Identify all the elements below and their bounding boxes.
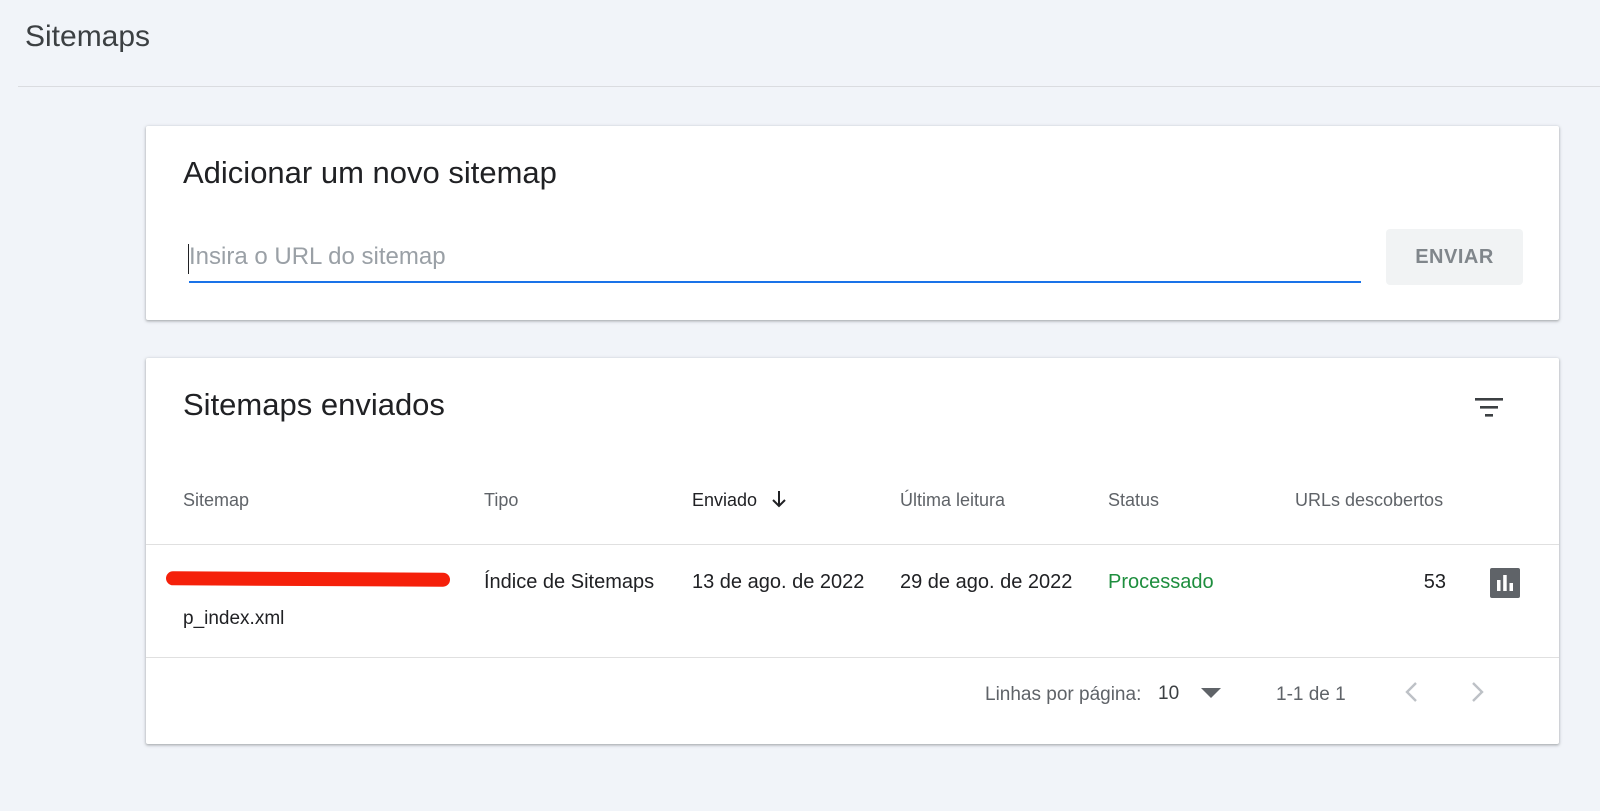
rows-per-page-select[interactable]: 10 [1158, 679, 1222, 709]
submitted-sitemaps-card: Sitemaps enviados Sitemap Tipo Enviado Ú… [146, 358, 1559, 744]
arrow-drop-down-icon [1201, 685, 1222, 703]
text-cursor [188, 244, 189, 274]
column-header-submitted[interactable]: Enviado [692, 490, 787, 513]
arrow-down-icon [771, 490, 787, 513]
table-header-divider [146, 544, 1559, 545]
column-header-submitted-label: Enviado [692, 490, 758, 510]
header-divider [18, 86, 1600, 87]
column-header-last-read[interactable]: Última leitura [900, 490, 1005, 511]
column-header-type[interactable]: Tipo [484, 490, 518, 511]
status-text: Processado [1108, 571, 1214, 593]
add-sitemap-heading: Adicionar um novo sitemap [183, 155, 557, 190]
column-header-urls[interactable]: URLs descobertos [1295, 490, 1443, 511]
chevron-left-icon[interactable] [1393, 674, 1429, 710]
table-footer-divider [146, 657, 1559, 658]
chevron-right-icon[interactable] [1460, 674, 1496, 710]
sitemap-path[interactable]: p_index.xml [183, 608, 284, 630]
page-header: Sitemaps [0, 0, 1600, 88]
filter-list-icon[interactable] [1466, 384, 1512, 430]
rows-per-page-value: 10 [1158, 683, 1180, 704]
column-header-sitemap[interactable]: Sitemap [183, 490, 249, 511]
pagination-range: 1-1 de 1 [1276, 684, 1346, 705]
column-header-status[interactable]: Status [1108, 490, 1159, 511]
sitemap-url-input[interactable] [189, 233, 1361, 283]
redaction-mark [165, 571, 451, 587]
rows-per-page-label: Linhas por página: [985, 684, 1142, 705]
submitted-date: 13 de ago. de 2022 [692, 571, 865, 593]
add-sitemap-card: Adicionar um novo sitemap ENVIAR [146, 126, 1559, 320]
last-read-date: 29 de ago. de 2022 [900, 571, 1073, 593]
sitemap-type: Índice de Sitemaps [484, 571, 655, 593]
submitted-sitemaps-heading: Sitemaps enviados [183, 387, 445, 422]
submit-sitemap-button[interactable]: ENVIAR [1386, 229, 1523, 285]
page-title: Sitemaps [25, 20, 151, 53]
bar-chart-icon[interactable] [1490, 568, 1520, 598]
discovered-urls-count: 53 [1423, 571, 1446, 593]
